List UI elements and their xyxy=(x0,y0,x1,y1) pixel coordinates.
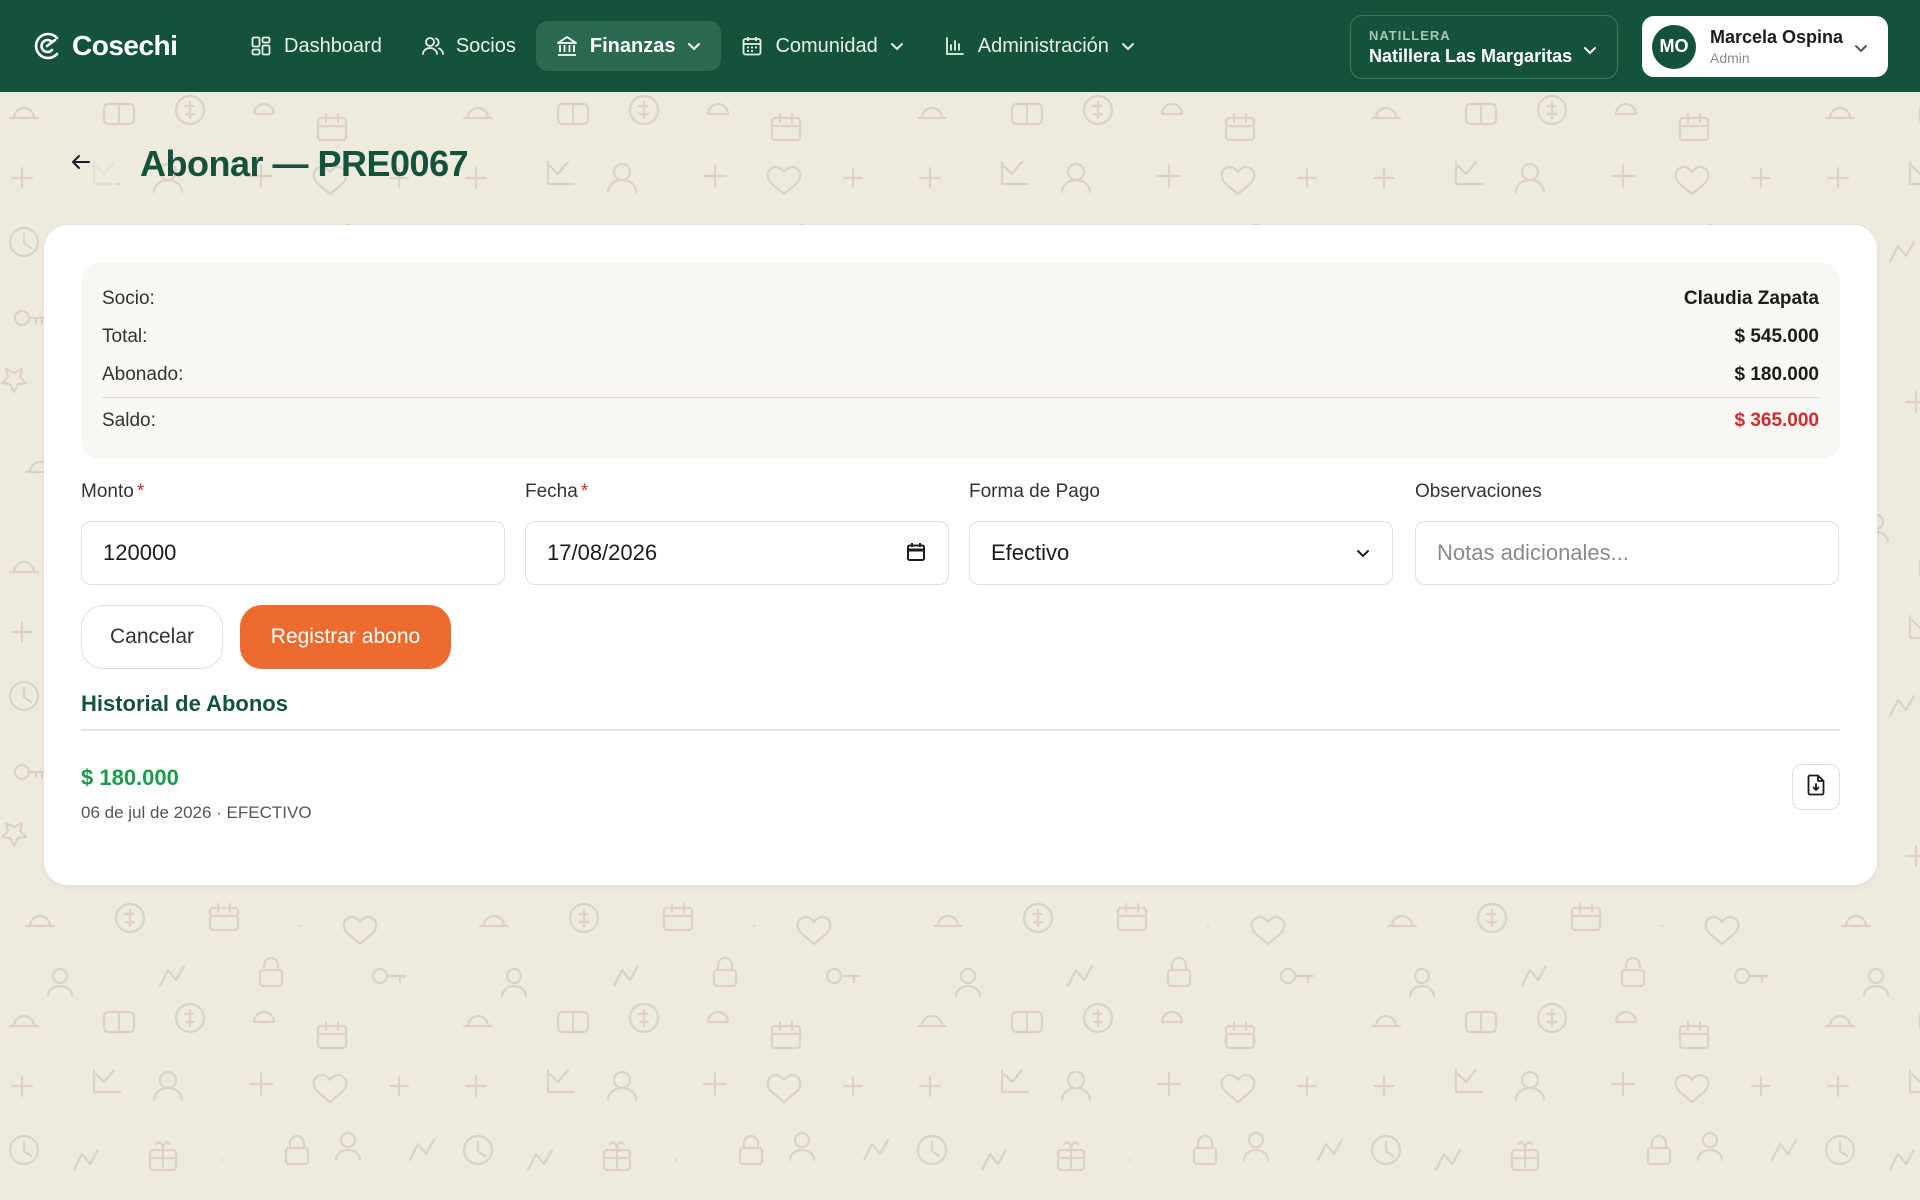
loan-summary: Socio: Claudia Zapata Total: $ 545.000 A… xyxy=(81,263,1840,459)
fecha-label: Fecha * xyxy=(525,481,949,505)
summary-divider xyxy=(102,397,1819,398)
required-mark: * xyxy=(580,481,589,502)
history-divider xyxy=(81,729,1840,731)
file-download-icon xyxy=(1807,774,1825,801)
nav-item-label: Socios xyxy=(455,34,516,57)
chevron-down-icon xyxy=(687,39,701,53)
calendar-picker-icon[interactable] xyxy=(906,542,926,562)
dashboard-grid-icon xyxy=(250,35,272,57)
monto-input[interactable]: 120000 xyxy=(81,521,505,585)
forma-pago-select[interactable]: Efectivo xyxy=(969,521,1393,585)
summary-label: Abonado: xyxy=(102,364,184,385)
summary-label: Total: xyxy=(102,326,148,347)
required-mark: * xyxy=(136,481,145,502)
nav-item-finanzas[interactable]: Finanzas xyxy=(535,21,722,71)
top-navbar: Cosechi Dashboard Socios Finanzas Comuni… xyxy=(0,0,1920,92)
arrow-left-icon xyxy=(71,154,91,175)
field-label-text: Fecha xyxy=(525,481,578,502)
download-receipt-button[interactable] xyxy=(1792,764,1840,810)
organization-label: NATILLERA xyxy=(1369,27,1451,43)
observaciones-placeholder: Notas adicionales... xyxy=(1437,540,1629,565)
summary-row-socio: Socio: Claudia Zapata xyxy=(102,281,1819,317)
nav-item-socios[interactable]: Socios xyxy=(402,21,536,71)
fecha-field: Fecha * 17/08/2026 xyxy=(525,481,949,585)
user-menu[interactable]: MO Marcela Ospina Admin xyxy=(1642,16,1888,77)
user-name: Marcela Ospina xyxy=(1710,27,1844,47)
chevron-down-icon xyxy=(1854,40,1868,58)
bank-icon xyxy=(556,35,578,57)
register-abono-button[interactable]: Registrar abono xyxy=(240,605,451,669)
observaciones-label: Observaciones xyxy=(1415,481,1542,502)
summary-row-total: Total: $ 545.000 xyxy=(102,319,1819,355)
nav-item-label: Dashboard xyxy=(284,34,382,57)
chevron-down-icon xyxy=(1356,548,1370,558)
monto-value: 120000 xyxy=(103,540,177,565)
summary-value: $ 180.000 xyxy=(1734,364,1819,385)
users-icon xyxy=(421,35,444,57)
chevron-down-icon xyxy=(1583,42,1597,60)
nav-item-label: Administración xyxy=(977,34,1109,57)
calendar-icon xyxy=(741,35,763,57)
nav-item-dashboard[interactable]: Dashboard xyxy=(230,21,402,71)
nav-item-comunidad[interactable]: Comunidad xyxy=(721,21,923,71)
cosechi-logo-icon xyxy=(30,29,64,63)
forma-pago-value: Efectivo xyxy=(991,540,1070,565)
saldo-value: $ 365.000 xyxy=(1734,410,1819,431)
organization-name: Natillera Las Margaritas xyxy=(1369,45,1573,66)
page-header: Abonar — PRE0067 xyxy=(46,136,469,192)
nav-item-label: Comunidad xyxy=(775,34,878,57)
history-title: Historial de Abonos xyxy=(81,691,288,716)
organization-selector[interactable]: NATILLERA Natillera Las Margaritas xyxy=(1350,15,1618,79)
summary-value: $ 545.000 xyxy=(1734,326,1819,347)
brand[interactable]: Cosechi xyxy=(30,29,230,63)
forma-pago-label: Forma de Pago xyxy=(969,481,1100,502)
chevron-down-icon xyxy=(1121,39,1135,53)
brand-name: Cosechi xyxy=(72,30,178,61)
history-meta: 06 de jul de 2026 · EFECTIVO xyxy=(81,803,312,822)
field-label-text: Monto xyxy=(81,481,134,502)
page-title: Abonar — PRE0067 xyxy=(140,143,469,184)
summary-label: Saldo: xyxy=(102,410,156,431)
nav-item-administracion[interactable]: Administración xyxy=(924,21,1155,71)
summary-value: Claudia Zapata xyxy=(1683,288,1819,309)
back-button[interactable] xyxy=(46,136,116,192)
monto-label: Monto * xyxy=(81,481,505,505)
cancel-button[interactable]: Cancelar xyxy=(81,605,223,669)
chevron-down-icon xyxy=(890,39,904,53)
monto-field: Monto * 120000 xyxy=(81,481,505,585)
fecha-value: 17/08/2026 xyxy=(547,540,658,565)
bar-chart-icon xyxy=(944,35,966,57)
observaciones-input[interactable]: Notas adicionales... xyxy=(1415,521,1839,585)
abono-card: Socio: Claudia Zapata Total: $ 545.000 A… xyxy=(44,225,1877,885)
nav-item-label: Finanzas xyxy=(589,34,676,57)
history-amount: $ 180.000 xyxy=(81,765,179,790)
summary-label: Socio: xyxy=(102,288,155,309)
forma-pago-field: Forma de Pago Efectivo xyxy=(969,481,1393,585)
user-role: Admin xyxy=(1710,50,1750,66)
avatar: MO xyxy=(1652,24,1696,69)
summary-row-abonado: Abonado: $ 180.000 xyxy=(102,357,1819,393)
observaciones-field: Observaciones Notas adicionales... xyxy=(1415,481,1839,585)
summary-row-saldo: Saldo: $ 365.000 xyxy=(102,403,1819,439)
fecha-input[interactable]: 17/08/2026 xyxy=(525,521,949,585)
